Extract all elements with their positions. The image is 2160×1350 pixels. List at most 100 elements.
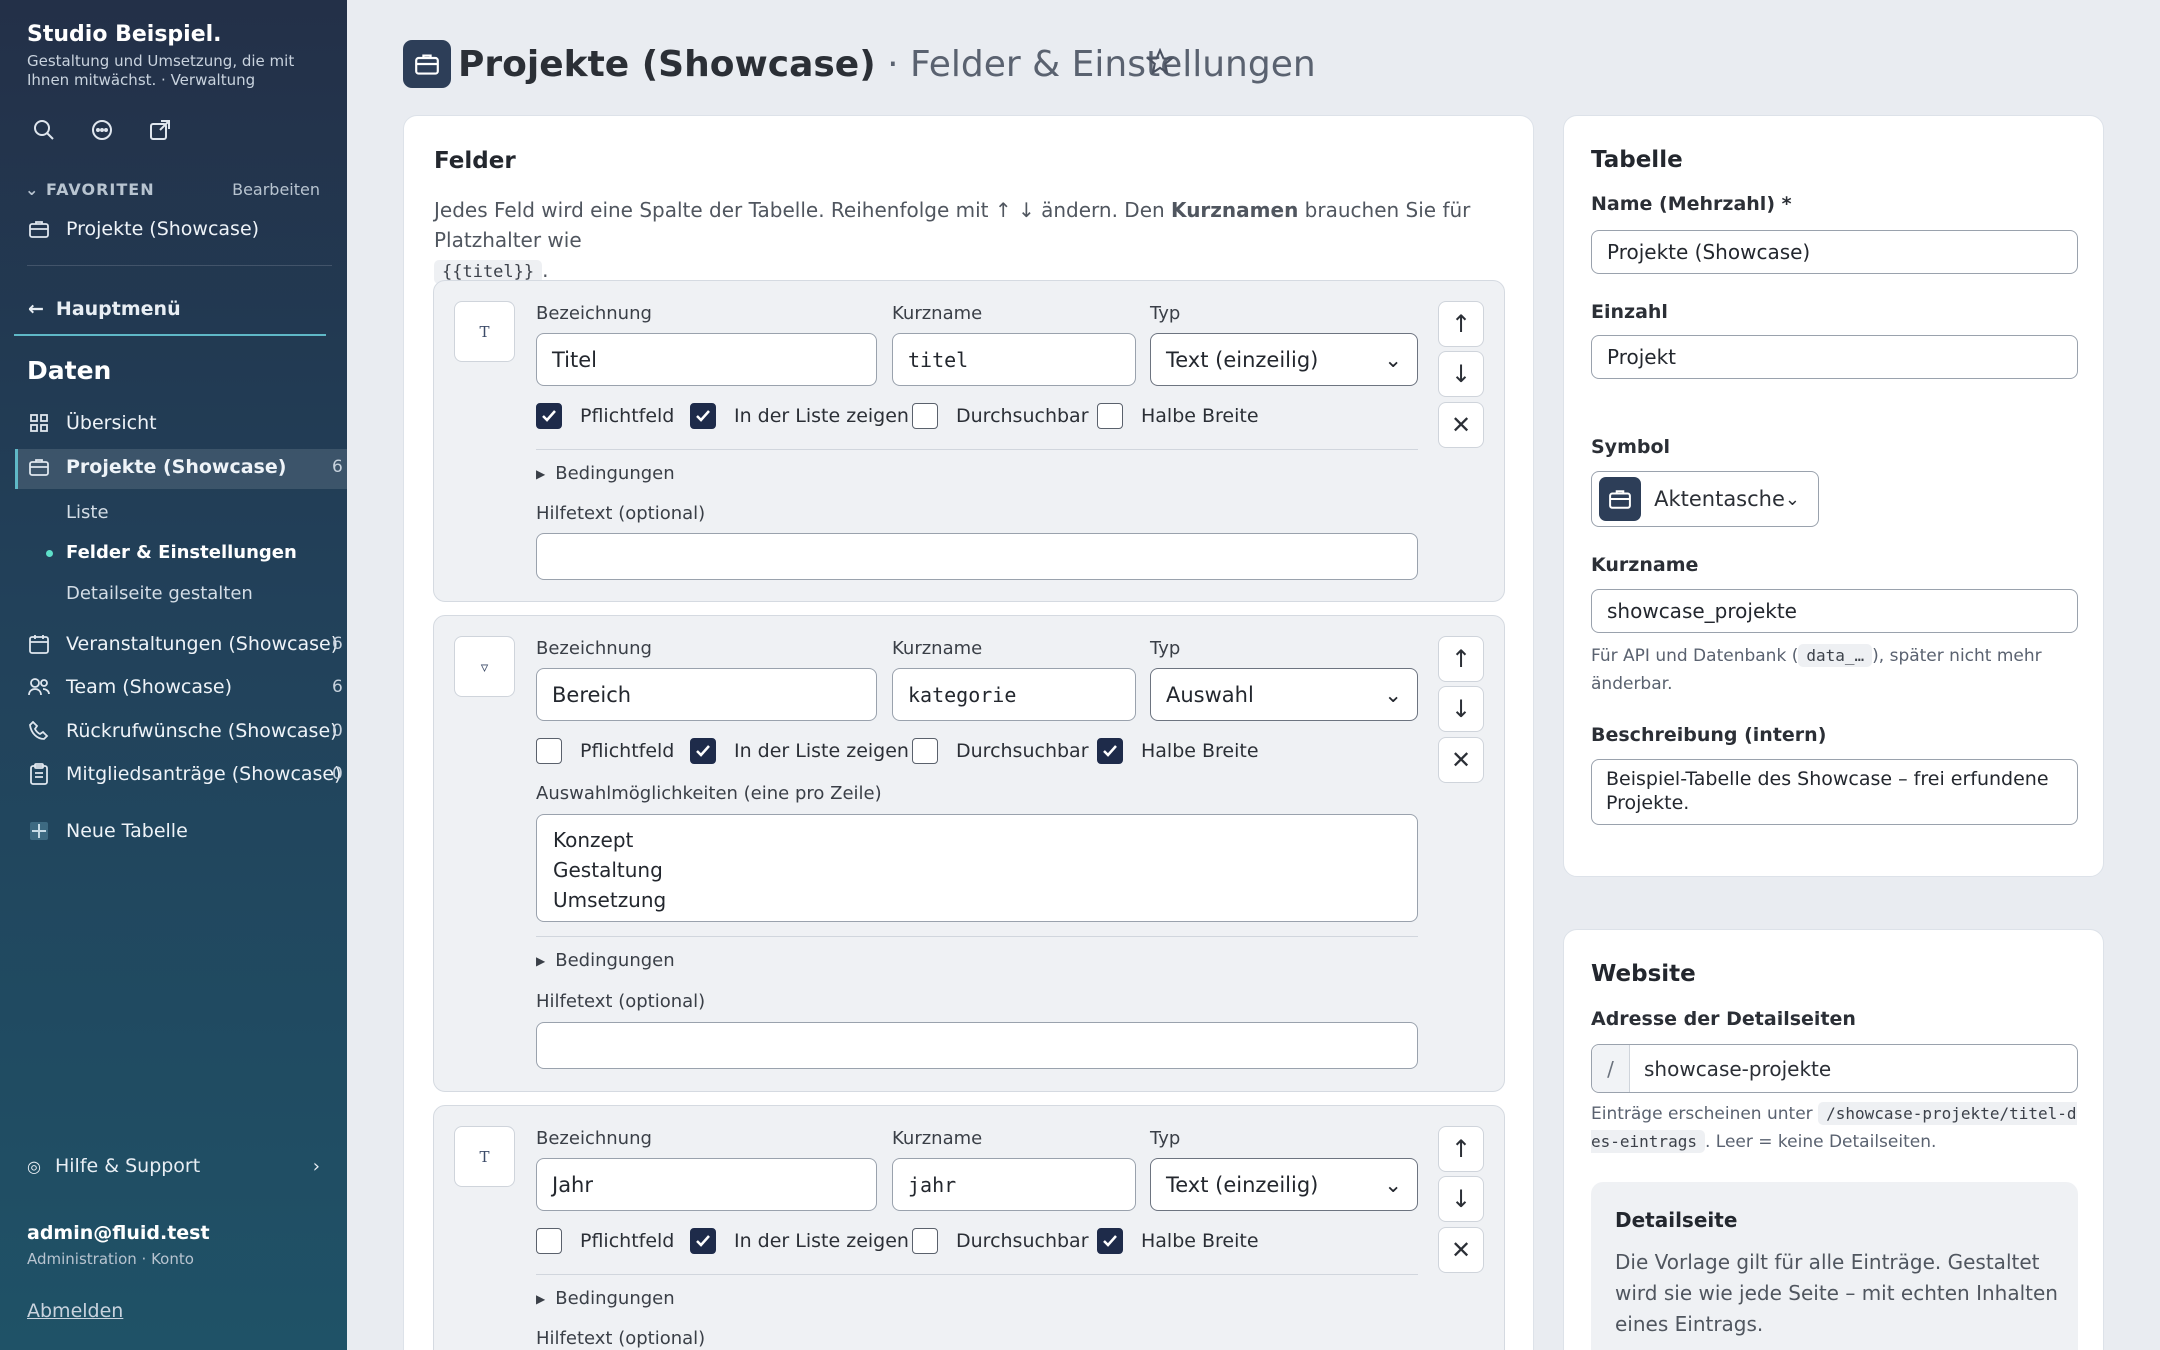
liste-checkbox[interactable]: In der Liste zeigen: [690, 403, 909, 429]
text-type-icon[interactable]: T: [454, 301, 515, 362]
active-dot: [46, 550, 53, 557]
bezeichnung-input[interactable]: Bereich: [536, 668, 877, 721]
sidebar-item-team[interactable]: Team (Showcase) 6: [28, 676, 343, 698]
bedingungen-toggle[interactable]: ▶ Bedingungen: [536, 463, 675, 484]
symbol-select[interactable]: Aktentasche ⌄: [1591, 471, 1819, 527]
remove-field-button[interactable]: ✕: [1438, 737, 1484, 783]
hilfetext-label: Hilfetext (optional): [536, 503, 706, 524]
liste-checkbox[interactable]: In der Liste zeigen: [690, 738, 909, 764]
checkbox-unchecked[interactable]: [912, 403, 938, 429]
singular-input[interactable]: Projekt: [1591, 335, 2078, 379]
subitem-felder[interactable]: Felder & Einstellungen: [66, 542, 297, 563]
pflichtfeld-checkbox[interactable]: Pflichtfeld: [536, 1228, 674, 1254]
auswahl-textarea[interactable]: Konzept Gestaltung Umsetzung: [536, 814, 1418, 922]
move-down-button[interactable]: ↓: [1438, 686, 1484, 732]
section-title: Daten: [27, 356, 112, 385]
url-input[interactable]: / showcase-projekte: [1591, 1044, 2078, 1093]
singular-label: Einzahl: [1591, 301, 1668, 323]
subitem-liste[interactable]: Liste: [66, 502, 109, 523]
select-type-icon[interactable]: ▿: [454, 636, 515, 697]
checkbox-unchecked[interactable]: [912, 1228, 938, 1254]
text-type-icon[interactable]: T: [454, 1126, 515, 1187]
halbe-breite-checkbox[interactable]: Halbe Breite: [1097, 1228, 1259, 1254]
checkbox-unchecked[interactable]: [536, 738, 562, 764]
subitem-detailseite[interactable]: Detailseite gestalten: [66, 583, 253, 604]
external-link-icon[interactable]: [146, 116, 174, 144]
checkbox-checked[interactable]: [536, 403, 562, 429]
description-textarea[interactable]: Beispiel-Tabelle des Showcase – frei erf…: [1591, 759, 2078, 825]
kurzname-input[interactable]: showcase_projekte: [1591, 589, 2078, 633]
checkbox-checked[interactable]: [690, 738, 716, 764]
move-up-button[interactable]: ↑: [1438, 1126, 1484, 1172]
checkbox-unchecked[interactable]: [1097, 403, 1123, 429]
kurzname-input[interactable]: jahr: [892, 1158, 1136, 1211]
remove-field-button[interactable]: ✕: [1438, 402, 1484, 448]
chat-icon[interactable]: [88, 116, 116, 144]
typ-select[interactable]: Auswahl ⌄: [1150, 668, 1418, 721]
field-card-jahr: T Bezeichnung Kurzname Typ Jahr jahr Tex…: [433, 1105, 1505, 1350]
halbe-breite-checkbox[interactable]: Halbe Breite: [1097, 738, 1259, 764]
move-up-button[interactable]: ↑: [1438, 636, 1484, 682]
move-down-button[interactable]: ↓: [1438, 351, 1484, 397]
durchsuchbar-checkbox[interactable]: Durchsuchbar: [912, 738, 1089, 764]
item-count: 6: [332, 457, 343, 477]
search-icon[interactable]: [30, 116, 58, 144]
checkbox-checked[interactable]: [690, 403, 716, 429]
url-prefix: /: [1592, 1045, 1630, 1092]
durchsuchbar-checkbox[interactable]: Durchsuchbar: [912, 1228, 1089, 1254]
pflichtfeld-checkbox[interactable]: Pflichtfeld: [536, 403, 674, 429]
hilfetext-input[interactable]: [536, 533, 1418, 580]
kurzname-label: Kurzname: [892, 638, 983, 659]
bezeichnung-input[interactable]: Titel: [536, 333, 877, 386]
checkbox-unchecked[interactable]: [536, 1228, 562, 1254]
typ-select[interactable]: Text (einzeilig) ⌄: [1150, 1158, 1418, 1211]
bedingungen-toggle[interactable]: ▶ Bedingungen: [536, 950, 675, 971]
checkbox-checked[interactable]: [1097, 1228, 1123, 1254]
brand-name[interactable]: Studio Beispiel.: [27, 22, 222, 47]
typ-label: Typ: [1150, 303, 1181, 324]
chevron-down-icon: ⌄: [1384, 1172, 1402, 1197]
sidebar-item-neue-tabelle[interactable]: Neue Tabelle: [28, 820, 188, 842]
pflichtfeld-checkbox[interactable]: Pflichtfeld: [536, 738, 674, 764]
name-input[interactable]: Projekte (Showcase): [1591, 230, 2078, 274]
favorites-edit-link[interactable]: Bearbeiten: [232, 180, 320, 199]
triangle-right-icon: ▶: [536, 953, 546, 968]
halbe-breite-checkbox[interactable]: Halbe Breite: [1097, 403, 1259, 429]
remove-field-button[interactable]: ✕: [1438, 1227, 1484, 1273]
sidebar-item-rueckruf[interactable]: Rückrufwünsche (Showcase) 0: [28, 720, 343, 742]
liste-checkbox[interactable]: In der Liste zeigen: [690, 1228, 909, 1254]
grid-icon: [28, 412, 50, 434]
field-card-bereich: ▿ Bezeichnung Kurzname Typ Bereich kateg…: [433, 615, 1505, 1092]
hilfetext-input[interactable]: [536, 1022, 1418, 1069]
divider: [536, 936, 1418, 937]
bedingungen-toggle[interactable]: ▶ Bedingungen: [536, 1288, 675, 1309]
briefcase-icon: [403, 40, 451, 88]
url-label: Adresse der Detailseiten: [1591, 1008, 1856, 1030]
favorites-label[interactable]: ⌄ FAVORITEN: [25, 180, 155, 199]
kurzname-input[interactable]: kategorie: [892, 668, 1136, 721]
help-icon: ◎: [27, 1156, 41, 1176]
checkbox-checked[interactable]: [1097, 738, 1123, 764]
sidebar-toolbar: [30, 116, 174, 144]
checkbox-checked[interactable]: [690, 1228, 716, 1254]
checkbox-unchecked[interactable]: [912, 738, 938, 764]
favorite-item[interactable]: Projekte (Showcase): [28, 218, 259, 240]
durchsuchbar-checkbox[interactable]: Durchsuchbar: [912, 403, 1089, 429]
sidebar-item-uebersicht[interactable]: Übersicht: [28, 412, 157, 434]
divider: [536, 449, 1418, 450]
bezeichnung-input[interactable]: Jahr: [536, 1158, 877, 1211]
typ-select[interactable]: Text (einzeilig) ⌄: [1150, 333, 1418, 386]
sidebar-item-mitgliedsantraege[interactable]: Mitgliedsanträge (Showcase) 0: [28, 763, 343, 785]
sidebar-item-projekte[interactable]: Projekte (Showcase) 6: [28, 456, 343, 478]
field-card-titel: T Bezeichnung Kurzname Typ Titel titel T…: [433, 280, 1505, 602]
sidebar-item-veranstaltungen[interactable]: Veranstaltungen (Showcase) 6: [28, 633, 343, 655]
fields-panel-title: Felder: [434, 148, 516, 174]
kurzname-input[interactable]: titel: [892, 333, 1136, 386]
move-down-button[interactable]: ↓: [1438, 1176, 1484, 1222]
logout-link[interactable]: Abmelden: [27, 1300, 123, 1322]
help-support-link[interactable]: ◎ Hilfe & Support ›: [27, 1155, 320, 1177]
back-to-main-menu[interactable]: ← Hauptmenü: [14, 284, 326, 336]
move-up-button[interactable]: ↑: [1438, 301, 1484, 347]
chevron-down-icon: ⌄: [25, 180, 46, 199]
star-icon[interactable]: [1145, 47, 1175, 80]
